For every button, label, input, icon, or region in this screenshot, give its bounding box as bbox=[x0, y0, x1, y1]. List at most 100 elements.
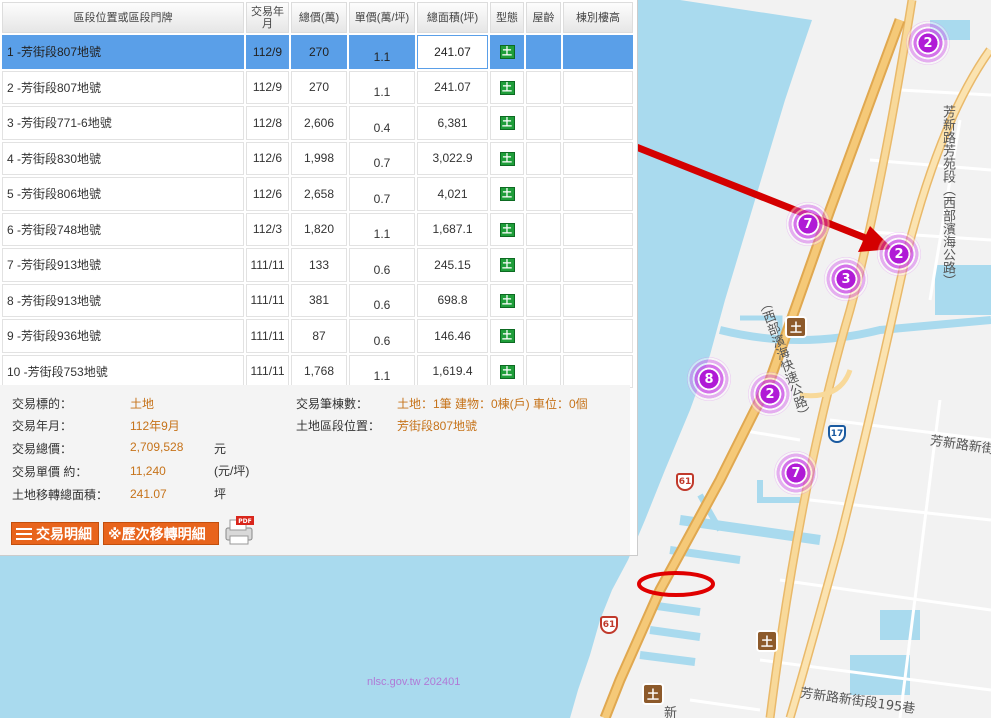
cell-date: 111/11 bbox=[246, 248, 289, 282]
cell-area: 3,022.9 bbox=[417, 141, 488, 175]
cluster-marker[interactable]: 7 bbox=[774, 451, 818, 495]
land-type-icon: 土 bbox=[499, 151, 515, 166]
cell-location: 8 -芳街段913地號 bbox=[2, 283, 244, 317]
detail-unit-value: 11,240 bbox=[130, 464, 166, 478]
transaction-detail-button[interactable]: 交易明細 bbox=[11, 522, 99, 545]
cell-date: 112/6 bbox=[246, 141, 289, 175]
cell-total: 2,606 bbox=[291, 106, 347, 140]
cell-type: 土 bbox=[490, 212, 524, 246]
col-header-age[interactable]: 屋齡 bbox=[526, 2, 561, 33]
cell-floor bbox=[563, 319, 633, 353]
cell-location: 3 -芳街段771-6地號 bbox=[2, 106, 244, 140]
cell-unit-price: 0.4 bbox=[349, 106, 415, 140]
detail-ym-value: 112年9月 bbox=[130, 419, 180, 433]
col-header-area[interactable]: 總面積(坪) bbox=[417, 2, 488, 33]
table-row[interactable]: 3 -芳街段771-6地號 112/8 2,606 0.4 6,381 土 bbox=[2, 106, 633, 140]
cell-area: 241.07 bbox=[417, 70, 488, 104]
land-poi-icon[interactable]: 土 bbox=[756, 630, 778, 652]
cell-type: 土 bbox=[490, 354, 524, 388]
cell-total: 133 bbox=[291, 248, 347, 282]
cell-date: 112/3 bbox=[246, 212, 289, 246]
cell-area: 6,381 bbox=[417, 106, 488, 140]
cell-age bbox=[526, 70, 561, 104]
detail-ym-label: 交易年月： bbox=[12, 419, 73, 433]
cell-type: 土 bbox=[490, 35, 524, 69]
cell-age bbox=[526, 141, 561, 175]
detail-location-label: 土地區段位置： bbox=[296, 419, 381, 433]
col-header-floor[interactable]: 棟別樓高 bbox=[563, 2, 633, 33]
table-row[interactable]: 8 -芳街段913地號 111/11 381 0.6 698.8 土 bbox=[2, 283, 633, 317]
transaction-panel: 區段位置或區段門牌 交易年月 總價(萬) 單價(萬/坪) 總面積(坪) 型態 屋… bbox=[0, 0, 638, 556]
cell-age bbox=[526, 177, 561, 211]
cell-type: 土 bbox=[490, 177, 524, 211]
cluster-marker[interactable]: 3 bbox=[824, 257, 868, 301]
cluster-marker[interactable]: 2 bbox=[748, 372, 792, 416]
road-label-fangxin-fangyuan: 芳新路芳苑段（西部濱海公路） bbox=[940, 105, 955, 287]
cell-type: 土 bbox=[490, 248, 524, 282]
cell-area: 241.07 bbox=[417, 35, 488, 69]
highway-17-shield-icon: 17 bbox=[828, 425, 846, 443]
cell-unit-price: 0.6 bbox=[349, 283, 415, 317]
print-pdf-icon[interactable]: PDF bbox=[222, 516, 256, 546]
land-type-icon: 土 bbox=[499, 187, 515, 202]
land-poi-icon[interactable]: 土 bbox=[642, 683, 664, 705]
cell-unit-price: 0.7 bbox=[349, 177, 415, 211]
table-row[interactable]: 7 -芳街段913地號 111/11 133 0.6 245.15 土 bbox=[2, 248, 633, 282]
table-row[interactable]: 5 -芳街段806地號 112/6 2,658 0.7 4,021 土 bbox=[2, 177, 633, 211]
cell-area: 146.46 bbox=[417, 319, 488, 353]
cell-location: 7 -芳街段913地號 bbox=[2, 248, 244, 282]
cell-floor bbox=[563, 177, 633, 211]
transfer-history-button-label: ※歷次移轉明細 bbox=[108, 526, 206, 543]
pdf-badge: PDF bbox=[238, 518, 251, 525]
cell-location: 4 -芳街段830地號 bbox=[2, 141, 244, 175]
col-header-total[interactable]: 總價(萬) bbox=[291, 2, 347, 33]
detail-area-value: 241.07 bbox=[130, 487, 167, 501]
cell-date: 111/11 bbox=[246, 283, 289, 317]
cell-total: 1,998 bbox=[291, 141, 347, 175]
col-header-date[interactable]: 交易年月 bbox=[246, 2, 289, 33]
transaction-table-wrap: 區段位置或區段門牌 交易年月 總價(萬) 單價(萬/坪) 總面積(坪) 型態 屋… bbox=[0, 0, 633, 388]
cell-floor bbox=[563, 212, 633, 246]
transaction-table: 區段位置或區段門牌 交易年月 總價(萬) 單價(萬/坪) 總面積(坪) 型態 屋… bbox=[0, 0, 635, 390]
cell-location: 6 -芳街段748地號 bbox=[2, 212, 244, 246]
cluster-marker[interactable]: 2 bbox=[906, 21, 950, 65]
cell-floor bbox=[563, 106, 633, 140]
detail-target-label: 交易標的： bbox=[12, 397, 73, 411]
cell-total: 270 bbox=[291, 70, 347, 104]
detail-area-unit: 坪 bbox=[214, 487, 227, 501]
table-row[interactable]: 9 -芳街段936地號 111/11 87 0.6 146.46 土 bbox=[2, 319, 633, 353]
cluster-marker[interactable]: 7 bbox=[786, 202, 830, 246]
table-row[interactable]: 2 -芳街段807地號 112/9 270 1.1 241.07 土 bbox=[2, 70, 633, 104]
land-type-icon: 土 bbox=[499, 258, 515, 273]
table-row[interactable]: 6 -芳街段748地號 112/3 1,820 1.1 1,687.1 土 bbox=[2, 212, 633, 246]
list-icon bbox=[16, 527, 32, 540]
cell-location: 1 -芳街段807地號 bbox=[2, 35, 244, 69]
table-header-row: 區段位置或區段門牌 交易年月 總價(萬) 單價(萬/坪) 總面積(坪) 型態 屋… bbox=[2, 2, 633, 33]
cell-age bbox=[526, 106, 561, 140]
transfer-history-button[interactable]: ※歷次移轉明細 bbox=[103, 522, 219, 545]
table-row[interactable]: 10 -芳街段753地號 111/11 1,768 1.1 1,619.4 土 bbox=[2, 354, 633, 388]
land-type-icon: 土 bbox=[499, 364, 515, 379]
map-watermark: nlsc.gov.tw 202401 bbox=[367, 676, 461, 688]
detail-count-value: 土地：1筆 建物：0棟(戶) 車位：0個 bbox=[397, 397, 588, 411]
land-poi-icon[interactable]: 土 bbox=[785, 316, 807, 338]
col-header-location[interactable]: 區段位置或區段門牌 bbox=[2, 2, 244, 33]
cell-date: 112/9 bbox=[246, 70, 289, 104]
cell-age bbox=[526, 248, 561, 282]
land-type-icon: 土 bbox=[499, 293, 515, 308]
cell-unit-price: 1.1 bbox=[349, 212, 415, 246]
cell-date: 112/6 bbox=[246, 177, 289, 211]
cell-floor bbox=[563, 35, 633, 69]
land-type-icon: 土 bbox=[499, 45, 515, 60]
table-row[interactable]: 4 -芳街段830地號 112/6 1,998 0.7 3,022.9 土 bbox=[2, 141, 633, 175]
cluster-marker[interactable]: 8 bbox=[687, 357, 731, 401]
cell-unit-price: 1.1 bbox=[349, 35, 415, 69]
cell-area: 698.8 bbox=[417, 283, 488, 317]
cell-unit-price: 1.1 bbox=[349, 354, 415, 388]
table-row[interactable]: 1 -芳街段807地號 112/9 270 1.1 241.07 土 bbox=[2, 35, 633, 69]
cluster-marker-selected[interactable]: 2 bbox=[855, 210, 943, 298]
detail-total-unit: 元 bbox=[214, 442, 227, 456]
cell-type: 土 bbox=[490, 141, 524, 175]
col-header-unit[interactable]: 單價(萬/坪) bbox=[349, 2, 415, 33]
col-header-type[interactable]: 型態 bbox=[490, 2, 524, 33]
